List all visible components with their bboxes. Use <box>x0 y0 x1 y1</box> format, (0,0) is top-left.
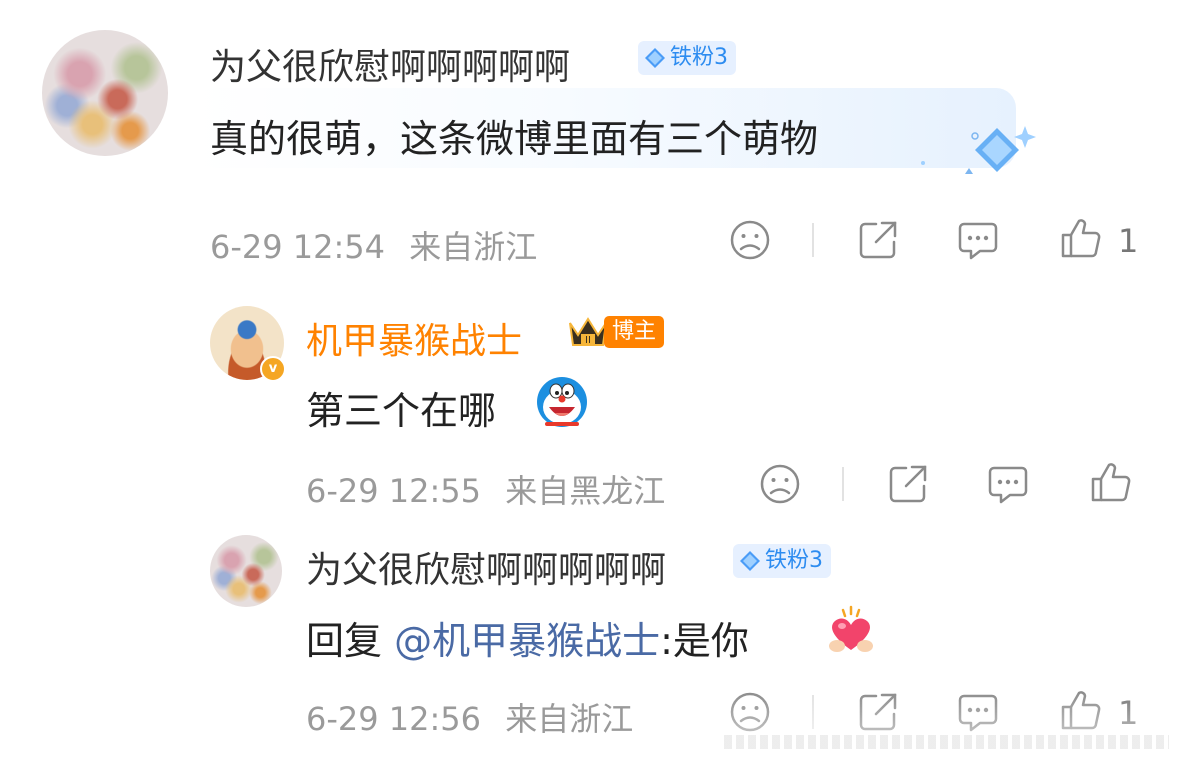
comment-meta: 6-29 12:54 来自浙江 <box>210 222 537 268</box>
divider <box>842 467 844 501</box>
diamond-decoration-icon <box>921 126 1036 174</box>
like-button[interactable] <box>1088 460 1132 504</box>
comment-button[interactable] <box>956 218 1000 262</box>
reply-text: :是你 <box>660 619 749 663</box>
comment-icon <box>958 222 998 260</box>
doraemon-emoji-icon <box>537 377 587 427</box>
thumbs-up-icon <box>1091 463 1131 502</box>
fan-badge-label: 铁粉3 <box>670 45 728 70</box>
comment-time: 6-29 12:54 <box>210 228 386 266</box>
verified-v-icon: v <box>260 356 286 382</box>
comment-location: 来自浙江 <box>409 228 538 266</box>
comment-content: 真的很萌，这条微博里面有三个萌物 <box>210 117 819 161</box>
diamond-icon <box>740 551 760 571</box>
reply-prefix: 回复 <box>306 619 395 663</box>
share-icon <box>889 465 927 503</box>
thumbs-up-icon <box>1061 219 1101 258</box>
comment-username[interactable]: 为父很欣慰啊啊啊啊啊 <box>306 541 666 593</box>
blogger-badge-label: 博主 <box>604 316 665 348</box>
comment-meta: 6-29 12:55 来自黑龙江 <box>306 466 665 512</box>
watermark <box>724 735 1169 749</box>
diamond-icon <box>645 48 665 68</box>
comment-location: 来自浙江 <box>505 700 634 738</box>
dislike-button[interactable] <box>758 462 802 506</box>
comment-time: 6-29 12:56 <box>306 700 482 738</box>
like-count: 1 <box>1118 222 1139 260</box>
comment-location: 来自黑龙江 <box>505 472 666 510</box>
frown-face-icon <box>730 220 770 260</box>
heart-hands-emoji-icon <box>829 605 873 652</box>
comment-content: 回复 @机甲暴猴战士:是你 <box>306 610 749 665</box>
fan-badge-label: 铁粉3 <box>765 548 823 573</box>
watermark-overlay <box>724 690 1179 770</box>
comment-time: 6-29 12:55 <box>306 472 482 510</box>
comment-content: 第三个在哪 <box>306 389 497 433</box>
dislike-button[interactable] <box>728 218 772 262</box>
mention-link[interactable]: @机甲暴猴战士 <box>394 619 660 663</box>
share-button[interactable] <box>856 218 900 262</box>
share-icon <box>859 221 897 259</box>
comment-username[interactable]: 机甲暴猴战士 <box>306 312 522 364</box>
comment-button[interactable] <box>986 462 1030 506</box>
divider <box>812 223 814 257</box>
blogger-badge: II 博主 <box>566 315 665 349</box>
comment-meta: 6-29 12:56 来自浙江 <box>306 694 633 740</box>
frown-face-icon <box>760 464 800 504</box>
like-button[interactable] <box>1058 216 1102 260</box>
fan-badge[interactable]: 铁粉3 <box>733 544 831 578</box>
share-button[interactable] <box>886 462 930 506</box>
comment-icon <box>988 466 1028 504</box>
avatar[interactable] <box>210 535 282 607</box>
avatar[interactable] <box>42 30 168 156</box>
fan-badge[interactable]: 铁粉3 <box>638 41 736 75</box>
svg-text:II: II <box>585 335 591 346</box>
comment-username[interactable]: 为父很欣慰啊啊啊啊啊 <box>210 38 570 90</box>
